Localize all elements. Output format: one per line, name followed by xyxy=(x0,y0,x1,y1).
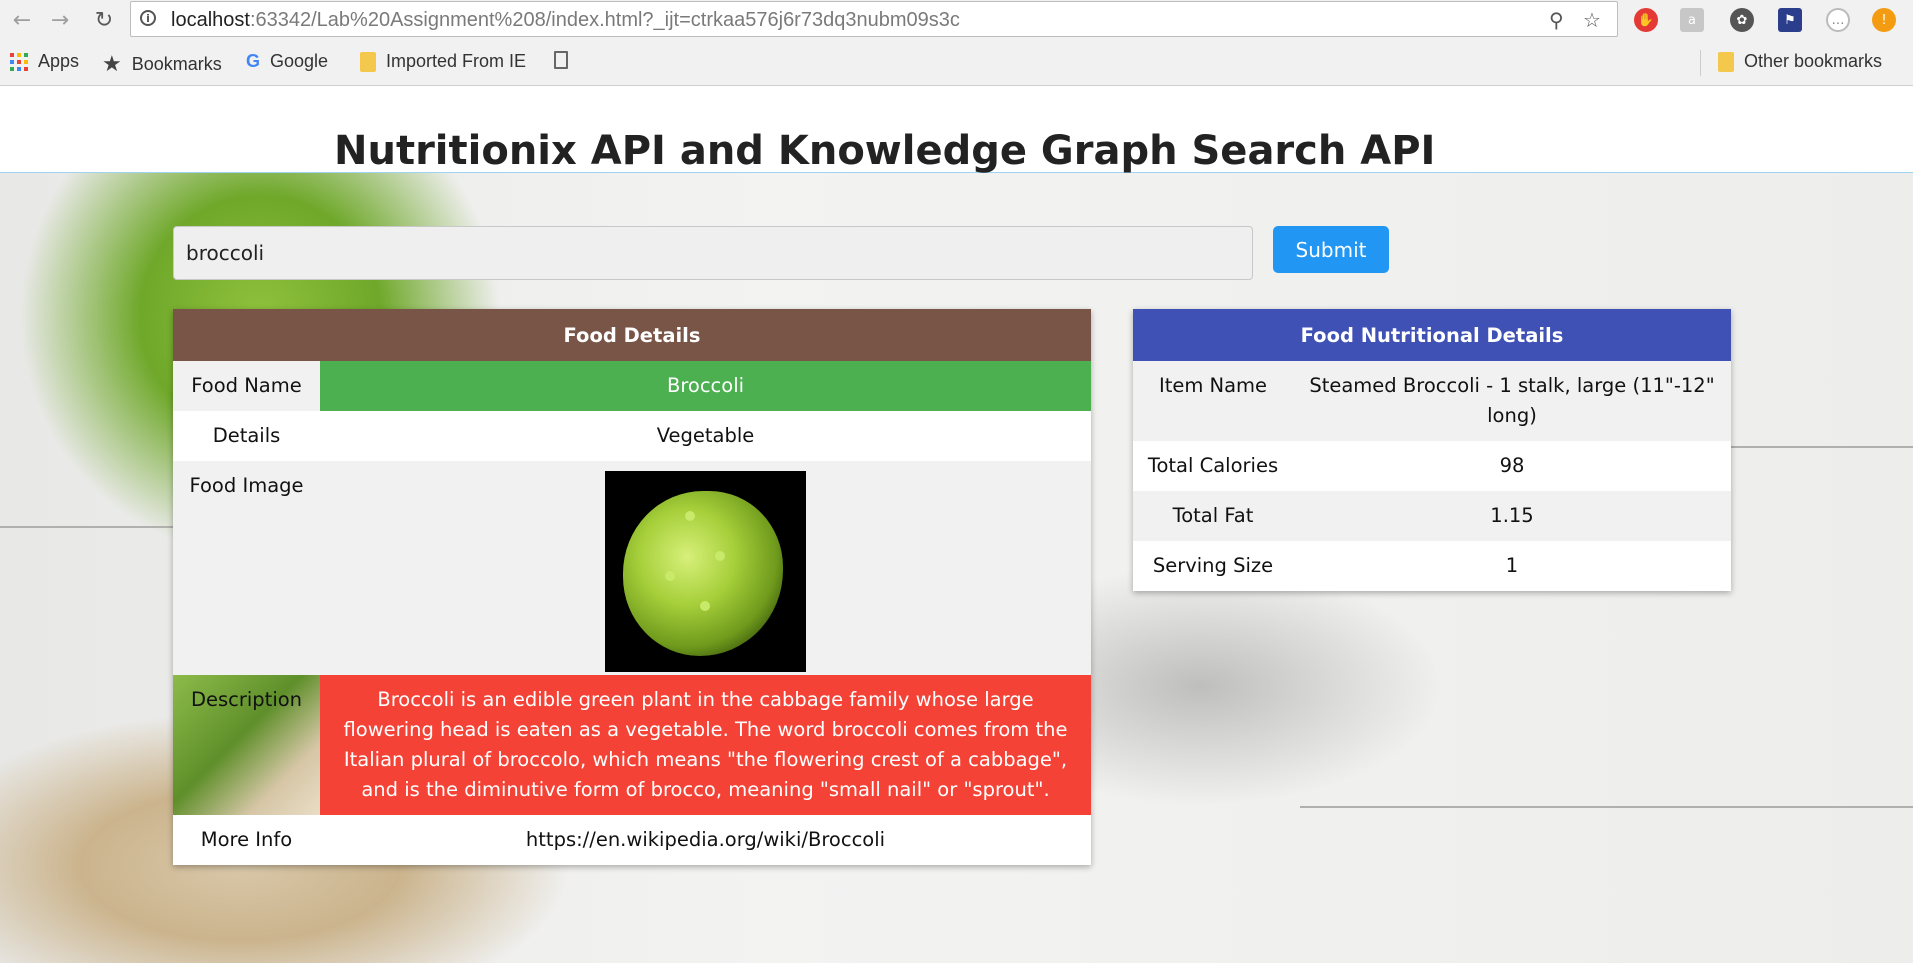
bookmark-imported-from-ie[interactable]: Imported From IE xyxy=(360,51,526,72)
flag-extension-icon[interactable]: ⚑ xyxy=(1778,8,1802,32)
folder-icon xyxy=(360,51,376,72)
food-name-label: Food Name xyxy=(173,361,320,411)
bookmark-google[interactable]: G Google xyxy=(246,51,328,72)
total-fat-value: 1.15 xyxy=(1293,491,1731,541)
page-title: Nutritionix API and Knowledge Graph Sear… xyxy=(334,128,1436,174)
description-value: Broccoli is an edible green plant in the… xyxy=(320,675,1091,815)
nutrition-details-header: Food Nutritional Details xyxy=(1133,309,1731,361)
bookmarks-separator xyxy=(1700,50,1701,76)
details-label: Details xyxy=(173,411,320,461)
browser-toolbar: ← → ↻ i localhost:63342/Lab%20Assignment… xyxy=(0,0,1913,40)
table-row: Food Name Broccoli xyxy=(173,361,1091,411)
film-reel-extension-icon[interactable]: ✿ xyxy=(1730,8,1754,32)
google-icon: G xyxy=(246,51,261,71)
floret-spike xyxy=(700,601,710,611)
food-name-value: Broccoli xyxy=(320,361,1091,411)
romanesco-head xyxy=(623,491,783,656)
browser-chrome: ← → ↻ i localhost:63342/Lab%20Assignment… xyxy=(0,0,1913,86)
adblock-extension-icon[interactable]: ✋ xyxy=(1634,8,1658,32)
apps-grid-icon xyxy=(10,52,28,71)
address-bar[interactable]: i localhost:63342/Lab%20Assignment%208/i… xyxy=(130,1,1618,37)
table-row: Item Name Steamed Broccoli - 1 stalk, la… xyxy=(1133,361,1731,441)
food-search-input[interactable]: broccoli xyxy=(173,226,1253,280)
item-name-value: Steamed Broccoli - 1 stalk, large (11"-1… xyxy=(1293,361,1731,441)
star-icon: ★ xyxy=(102,51,122,76)
bookmark-other[interactable]: Other bookmarks xyxy=(1718,51,1882,72)
food-details-table: Food Details Food Name Broccoli Details … xyxy=(173,309,1091,865)
table-row: Details Vegetable xyxy=(173,411,1091,461)
food-details-header: Food Details xyxy=(173,309,1091,361)
total-fat-label: Total Fat xyxy=(1133,491,1293,541)
food-image-label: Food Image xyxy=(173,461,320,675)
table-row: More Info https://en.wikipedia.org/wiki/… xyxy=(173,815,1091,865)
total-calories-label: Total Calories xyxy=(1133,441,1293,491)
bookmarks-bar: Apps ★ Bookmarks G Google Imported From … xyxy=(0,44,1913,82)
serving-size-value: 1 xyxy=(1293,541,1731,591)
food-image-cell xyxy=(320,461,1091,675)
details-value: Vegetable xyxy=(320,411,1091,461)
table-row: Total Calories 98 xyxy=(1133,441,1731,491)
bookmark-bookmarks[interactable]: ★ Bookmarks xyxy=(102,51,222,77)
more-info-label: More Info xyxy=(173,815,320,865)
bookmark-apps[interactable]: Apps xyxy=(10,51,79,72)
page-icon xyxy=(554,51,568,69)
forward-arrow-icon[interactable]: → xyxy=(46,6,74,34)
alert-icon[interactable]: ! xyxy=(1872,8,1896,32)
serving-size-label: Serving Size xyxy=(1133,541,1293,591)
table-row: Total Fat 1.15 xyxy=(1133,491,1731,541)
floret-spike xyxy=(715,551,725,561)
total-calories-value: 98 xyxy=(1293,441,1731,491)
broccoli-image xyxy=(605,471,806,672)
folder-icon xyxy=(1718,51,1734,72)
floret-spike xyxy=(665,571,675,581)
floret-spike xyxy=(685,511,695,521)
submit-button[interactable]: Submit xyxy=(1273,226,1389,273)
back-arrow-icon[interactable]: ← xyxy=(8,6,36,34)
shopping-bag-extension-icon[interactable]: a xyxy=(1680,8,1704,32)
bookmark-page[interactable] xyxy=(554,51,568,69)
reload-icon[interactable]: ↻ xyxy=(90,6,118,34)
table-row: Description Broccoli is an edible green … xyxy=(173,675,1091,815)
description-label: Description xyxy=(173,675,320,815)
zoom-icon[interactable]: ⚲ xyxy=(1549,8,1564,32)
table-row: Serving Size 1 xyxy=(1133,541,1731,591)
wood-plank-line xyxy=(1300,806,1913,808)
item-name-label: Item Name xyxy=(1133,361,1293,441)
nutrition-details-table: Food Nutritional Details Item Name Steam… xyxy=(1133,309,1731,591)
url-text[interactable]: localhost:63342/Lab%20Assignment%208/ind… xyxy=(171,9,960,32)
info-icon[interactable]: i xyxy=(140,10,156,26)
star-icon[interactable]: ☆ xyxy=(1583,8,1601,32)
more-info-link[interactable]: https://en.wikipedia.org/wiki/Broccoli xyxy=(320,815,1091,865)
code-extension-icon[interactable]: … xyxy=(1826,8,1850,32)
table-row: Food Image xyxy=(173,461,1091,675)
page-content: Nutritionix API and Knowledge Graph Sear… xyxy=(0,86,1913,963)
